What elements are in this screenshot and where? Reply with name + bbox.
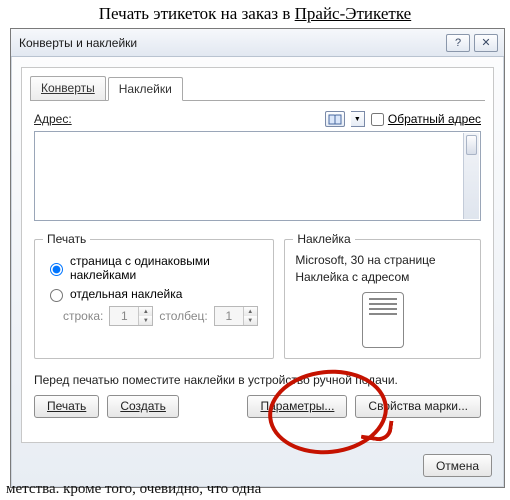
col-spinner[interactable]: ▲▼ bbox=[214, 306, 258, 326]
row-down-icon: ▼ bbox=[139, 316, 152, 325]
dialog-body: Конверты Наклейки Адрес: ▼ Об bbox=[21, 67, 494, 443]
page-header-link[interactable]: Прайс-Этикетке bbox=[295, 4, 412, 23]
address-book-button[interactable] bbox=[325, 111, 345, 127]
button-row: Печать Создать Параметры... Свойства мар… bbox=[34, 395, 481, 418]
scrollbar-thumb[interactable] bbox=[466, 135, 477, 155]
page-header-text: Печать этикеток на заказ в bbox=[99, 4, 295, 23]
return-address-input[interactable] bbox=[371, 113, 384, 126]
manual-feed-note: Перед печатью поместите наклейки в устро… bbox=[34, 373, 481, 387]
group-print: Печать страница с одинаковыми наклейками… bbox=[34, 239, 274, 359]
label-info: Microsoft, 30 на странице Наклейка с адр… bbox=[295, 252, 470, 286]
label-line1: Microsoft, 30 на странице bbox=[295, 252, 470, 269]
print-button[interactable]: Печать bbox=[34, 395, 99, 418]
radio-same-labels[interactable]: страница с одинаковыми наклейками bbox=[45, 254, 263, 282]
col-down-icon: ▼ bbox=[244, 316, 257, 325]
radio-single-label[interactable]: отдельная наклейка bbox=[45, 286, 263, 302]
brand-properties-button[interactable]: Свойства марки... bbox=[355, 395, 481, 418]
tab-labels[interactable]: Наклейки bbox=[108, 77, 183, 101]
dialog-footer: Отмена bbox=[423, 454, 492, 477]
row-col-controls: строка: ▲▼ столбец: ▲▼ bbox=[63, 306, 263, 326]
help-button[interactable]: ? bbox=[446, 34, 470, 52]
close-icon: ✕ bbox=[481, 36, 490, 49]
group-label: Наклейка Microsoft, 30 на странице Накле… bbox=[284, 239, 481, 359]
tab-envelopes[interactable]: Конверты bbox=[30, 76, 106, 100]
options-button[interactable]: Параметры... bbox=[247, 395, 347, 418]
row-up-icon: ▲ bbox=[139, 307, 152, 316]
address-scrollbar[interactable] bbox=[463, 133, 479, 219]
chevron-down-icon: ▼ bbox=[354, 116, 361, 123]
dialog-envelopes-labels: Конверты и наклейки ? ✕ Конверты Наклейк… bbox=[10, 28, 505, 488]
return-address-checkbox[interactable]: Обратный адрес bbox=[371, 112, 481, 126]
label-line2: Наклейка с адресом bbox=[295, 269, 470, 286]
col-up-icon: ▲ bbox=[244, 307, 257, 316]
titlebar: Конверты и наклейки ? ✕ bbox=[11, 29, 504, 57]
address-row: Адрес: ▼ Обратный адрес bbox=[34, 111, 481, 127]
tabstrip: Конверты Наклейки bbox=[22, 68, 493, 100]
create-button[interactable]: Создать bbox=[107, 395, 179, 418]
address-label: Адрес: bbox=[34, 112, 72, 126]
group-label-title: Наклейка bbox=[293, 232, 354, 246]
row-label: строка: bbox=[63, 309, 103, 323]
row-spinner[interactable]: ▲▼ bbox=[109, 306, 153, 326]
address-textarea[interactable] bbox=[34, 131, 481, 221]
address-book-icon bbox=[328, 114, 342, 125]
dialog-title: Конверты и наклейки bbox=[19, 36, 442, 50]
group-print-title: Печать bbox=[43, 232, 90, 246]
tab-panel-labels: Адрес: ▼ Обратный адрес bbox=[22, 101, 493, 426]
background-document-text: метства. кроме того, очевидно, что одна bbox=[6, 481, 504, 498]
help-icon: ? bbox=[455, 37, 461, 49]
address-book-dropdown[interactable]: ▼ bbox=[351, 111, 365, 127]
label-preview-icon bbox=[362, 292, 404, 348]
col-input bbox=[215, 307, 243, 325]
cancel-button[interactable]: Отмена bbox=[423, 454, 492, 477]
page-header: Печать этикеток на заказ в Прайс-Этикетк… bbox=[0, 0, 510, 30]
row-input bbox=[110, 307, 138, 325]
close-button[interactable]: ✕ bbox=[474, 34, 498, 52]
col-label: столбец: bbox=[159, 309, 207, 323]
